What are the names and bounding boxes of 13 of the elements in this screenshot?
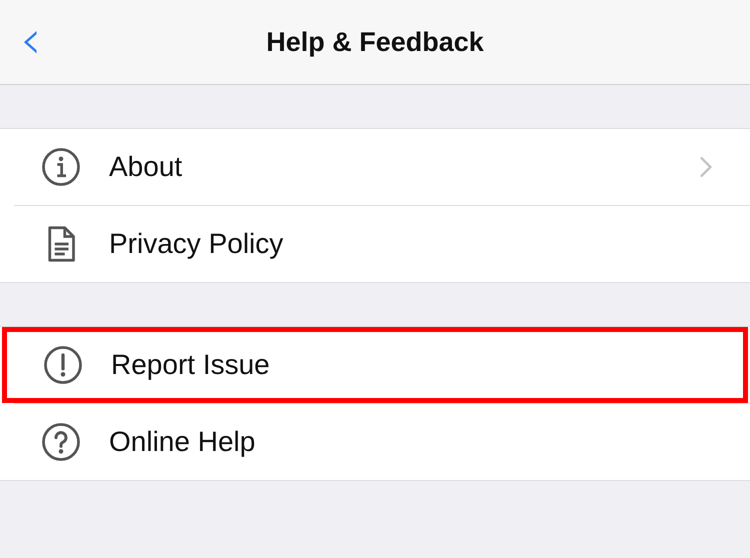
- back-button[interactable]: ‹: [14, 18, 48, 62]
- row-label: Online Help: [109, 426, 256, 458]
- row-label: Report Issue: [111, 349, 271, 381]
- row-label: About: [109, 151, 184, 183]
- list-row[interactable]: Privacy Policy: [0, 206, 750, 282]
- help-icon: [41, 422, 81, 462]
- row-label: Privacy Policy: [109, 228, 284, 260]
- list-row[interactable]: Online Help: [0, 404, 750, 480]
- alert-icon: [43, 345, 83, 385]
- info-icon: [41, 147, 81, 187]
- list-row[interactable]: About: [0, 129, 750, 205]
- list-row[interactable]: Report Issue: [2, 327, 748, 403]
- screen-title: Help & Feedback: [266, 26, 484, 58]
